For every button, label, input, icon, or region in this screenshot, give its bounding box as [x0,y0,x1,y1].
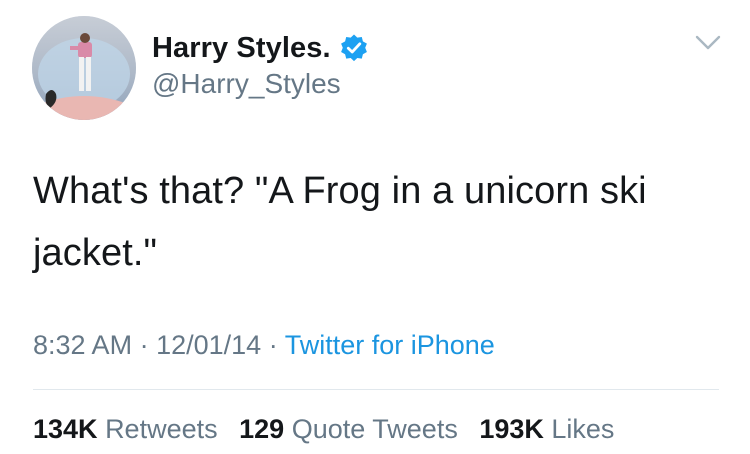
tweet-date[interactable]: 12/01/14 [156,330,261,360]
profile-photo-icon [32,16,136,120]
avatar[interactable] [32,16,136,120]
tweet-time[interactable]: 8:32 AM [33,330,132,360]
tweet-text: What's that? "A Frog in a unicorn ski ja… [33,170,647,274]
likes-count: 193K [479,414,544,444]
likes-stat[interactable]: 193K Likes [479,414,614,444]
retweets-label: Retweets [105,414,218,444]
author-name-row: Harry Styles. [152,30,369,66]
retweets-count: 134K [33,414,98,444]
meta-separator: · [139,330,149,360]
tweet-stats: 134K Retweets 129 Quote Tweets 193K Like… [33,414,628,445]
quote-tweets-count: 129 [239,414,285,444]
verified-badge-icon [339,33,369,63]
author-handle[interactable]: @Harry_Styles [152,68,341,100]
display-name[interactable]: Harry Styles. [152,32,331,65]
tweet-source-link[interactable]: Twitter for iPhone [285,330,495,360]
likes-label: Likes [551,414,615,444]
tweet-card: Harry Styles. @Harry_Styles What's that?… [0,0,750,454]
quote-tweets-label: Quote Tweets [291,414,458,444]
divider [33,389,719,390]
meta-separator: · [268,330,278,360]
retweets-stat[interactable]: 134K Retweets [33,414,218,444]
chevron-down-icon[interactable] [694,34,722,52]
tweet-meta: 8:32 AM · 12/01/14 · Twitter for iPhone [33,330,495,361]
quote-tweets-stat[interactable]: 129 Quote Tweets [239,414,458,444]
